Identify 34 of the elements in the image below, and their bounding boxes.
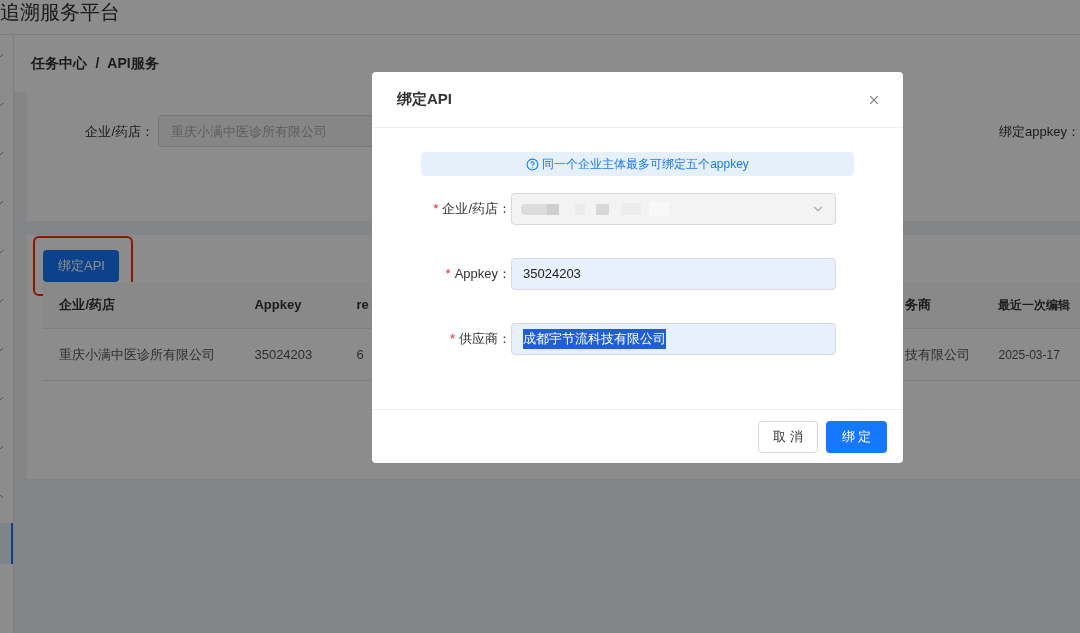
table-cell: 重庆小满中医诊所有限公司: [59, 346, 216, 362]
table-cell: 2025-03-17: [998, 347, 1060, 362]
field-value: 成都宇节流科技有限公司: [523, 329, 666, 349]
column-header: 务商: [905, 297, 932, 313]
text-field[interactable]: 成都宇节流科技有限公司: [511, 323, 836, 355]
column-header: re: [356, 297, 369, 313]
table-cell: 6: [356, 346, 364, 362]
field-label: 企业/药店：: [85, 123, 155, 141]
cancel-button[interactable]: 取 消: [758, 420, 818, 453]
required-mark: *: [433, 200, 439, 219]
column-header: 最近一次编辑: [998, 298, 1071, 313]
text-field[interactable]: 35024203: [511, 258, 836, 290]
company-select[interactable]: [511, 193, 836, 225]
bind-api-button[interactable]: 绑定API: [43, 250, 120, 282]
sidebar-item[interactable]: [0, 523, 14, 564]
breadcrumb-item[interactable]: 任务中心: [31, 53, 88, 74]
table-cell: 35024203: [254, 346, 313, 362]
dialog-title: 绑定API: [397, 89, 452, 110]
required-mark: *: [449, 330, 455, 349]
required-mark: *: [445, 265, 451, 284]
breadcrumb-item[interactable]: API服务: [107, 53, 159, 74]
field-label: Appkey：: [454, 265, 511, 284]
field-label: 供应商：: [459, 330, 511, 349]
field-label: 绑定appkey：: [999, 123, 1080, 141]
app-title: 追溯服务平台: [0, 0, 120, 24]
breadcrumb-separator: /: [95, 54, 100, 73]
column-header: Appkey: [254, 297, 302, 313]
help-icon: [526, 157, 540, 171]
field-value: 35024203: [523, 265, 581, 284]
table-cell: 技有限公司: [905, 346, 971, 362]
confirm-button[interactable]: 绑 定: [826, 420, 887, 453]
column-header: 企业/药店: [59, 297, 116, 313]
field-label: 企业/药店：: [442, 200, 511, 219]
info-text: 同一个企业主体最多可绑定五个appkey: [542, 156, 749, 173]
